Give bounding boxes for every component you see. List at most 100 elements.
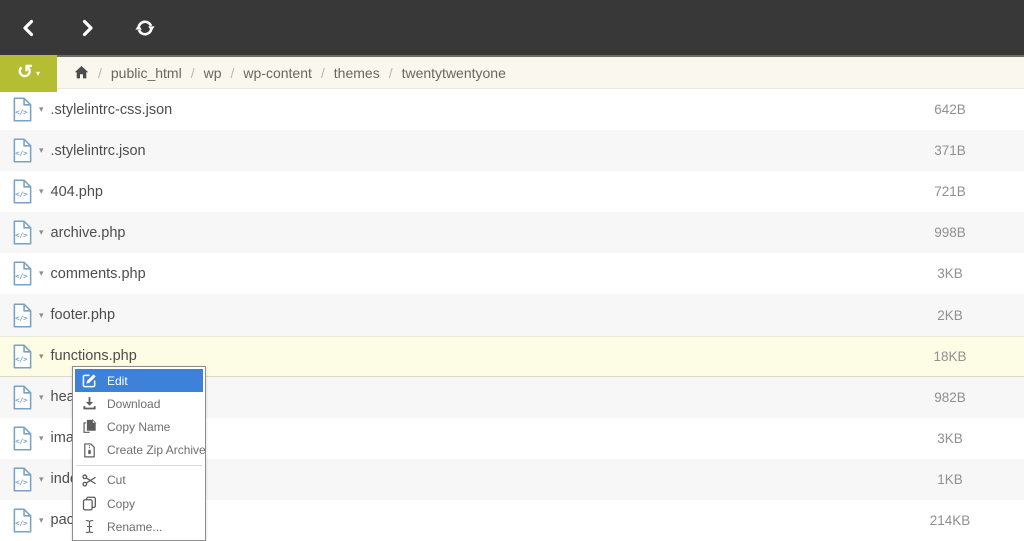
context-menu-item-cut[interactable]: Cut bbox=[75, 469, 203, 492]
file-row[interactable]: </> ▾ .stylelintrc.json 371B bbox=[0, 130, 1024, 172]
breadcrumb-segment-public-html[interactable]: public_html bbox=[111, 65, 182, 81]
code-file-icon: </> bbox=[12, 138, 33, 163]
breadcrumb: / public_html / wp / wp-content / themes / twenty… bbox=[0, 57, 1024, 89]
toolbar bbox=[0, 0, 1024, 57]
svg-text:</>: </> bbox=[15, 190, 28, 199]
create-zip-archive-icon bbox=[82, 442, 97, 458]
context-menu-item-label: Copy bbox=[107, 496, 136, 511]
history-icon: ↺ bbox=[17, 62, 33, 83]
file-actions-caret-icon[interactable]: ▾ bbox=[39, 392, 44, 403]
context-menu: Edit Download Copy Name Create Zip Archive C… bbox=[72, 366, 206, 541]
breadcrumb-segment-themes[interactable]: themes bbox=[334, 65, 380, 81]
file-name: functions.php bbox=[50, 348, 137, 365]
breadcrumb-separator: / bbox=[230, 64, 235, 81]
history-dropdown-button[interactable]: ↺ ▾ bbox=[0, 55, 57, 92]
forward-button[interactable] bbox=[77, 18, 97, 38]
back-arrow-icon bbox=[23, 19, 34, 36]
download-icon bbox=[82, 396, 97, 411]
breadcrumb-separator: / bbox=[190, 64, 195, 81]
context-menu-item-label: Cut bbox=[107, 473, 126, 488]
context-menu-item-label: Edit bbox=[107, 373, 128, 388]
svg-text:</>: </> bbox=[15, 231, 28, 240]
file-actions-caret-icon[interactable]: ▾ bbox=[39, 104, 44, 115]
svg-text:</>: </> bbox=[15, 395, 28, 404]
file-actions-caret-icon[interactable]: ▾ bbox=[39, 310, 44, 321]
file-name: 404.php bbox=[50, 183, 103, 200]
file-row[interactable]: </> ▾ 404.php 721B bbox=[0, 171, 1024, 212]
file-size: 2KB bbox=[937, 307, 963, 323]
file-size: 214KB bbox=[929, 512, 971, 528]
file-size: 1KB bbox=[937, 471, 963, 487]
file-actions-caret-icon[interactable]: ▾ bbox=[39, 227, 44, 238]
file-size: 642B bbox=[934, 102, 966, 118]
breadcrumb-separator: / bbox=[320, 64, 325, 81]
context-menu-item-label: Rename... bbox=[107, 519, 163, 534]
file-manager-window: ↺ ▾ / public_html / wp / wp-content / themes / tw… bbox=[0, 0, 1024, 541]
svg-text:</>: </> bbox=[15, 313, 28, 322]
context-menu-item-label: Create Zip Archive bbox=[107, 443, 206, 458]
file-row[interactable]: </> ▾ .stylelintrc-css.json 642B bbox=[0, 89, 1024, 130]
file-size: 371B bbox=[934, 143, 966, 159]
file-size: 18KB bbox=[933, 348, 967, 364]
file-row[interactable]: </> ▾ footer.php 2KB bbox=[0, 294, 1024, 336]
copy-icon bbox=[82, 496, 97, 511]
context-menu-item-rename[interactable]: Rename... bbox=[75, 515, 203, 538]
back-button[interactable] bbox=[19, 18, 39, 38]
file-size: 3KB bbox=[937, 266, 963, 282]
context-menu-item-label: Download bbox=[107, 396, 161, 411]
file-name: comments.php bbox=[50, 265, 146, 282]
file-name: .stylelintrc-css.json bbox=[50, 101, 173, 118]
svg-text:</>: </> bbox=[15, 518, 28, 527]
breadcrumb-segment-wp[interactable]: wp bbox=[204, 65, 222, 81]
home-icon[interactable] bbox=[74, 65, 89, 80]
svg-text:</>: </> bbox=[15, 107, 28, 116]
svg-text:</>: </> bbox=[15, 354, 28, 363]
context-menu-item-create-zip-archive[interactable]: Create Zip Archive bbox=[75, 439, 206, 462]
code-file-icon: </> bbox=[12, 344, 33, 369]
file-actions-caret-icon[interactable]: ▾ bbox=[39, 433, 44, 444]
svg-text:</>: </> bbox=[15, 436, 28, 445]
breadcrumb-separator: / bbox=[388, 64, 393, 81]
code-file-icon: </> bbox=[12, 426, 33, 451]
refresh-button[interactable] bbox=[135, 18, 155, 38]
svg-text:</>: </> bbox=[15, 477, 28, 486]
file-name: archive.php bbox=[50, 224, 126, 241]
caret-down-icon: ▾ bbox=[35, 69, 40, 78]
context-menu-divider bbox=[76, 464, 202, 466]
file-row[interactable]: </> ▾ comments.php 3KB bbox=[0, 253, 1024, 294]
rename-icon bbox=[82, 519, 97, 534]
edit-icon bbox=[82, 373, 97, 388]
svg-text:</>: </> bbox=[15, 272, 28, 281]
code-file-icon: </> bbox=[12, 385, 33, 410]
context-menu-item-label: Copy Name bbox=[107, 419, 171, 434]
file-row[interactable]: </> ▾ archive.php 998B bbox=[0, 212, 1024, 254]
file-actions-caret-icon[interactable]: ▾ bbox=[39, 474, 44, 485]
code-file-icon: </> bbox=[12, 220, 33, 245]
forward-arrow-icon bbox=[82, 19, 93, 36]
breadcrumb-separator: / bbox=[98, 64, 102, 81]
file-actions-caret-icon[interactable]: ▾ bbox=[39, 351, 44, 362]
file-size: 982B bbox=[934, 389, 966, 405]
code-file-icon: </> bbox=[12, 467, 33, 492]
file-actions-caret-icon[interactable]: ▾ bbox=[39, 145, 44, 156]
file-actions-caret-icon[interactable]: ▾ bbox=[39, 186, 44, 197]
breadcrumb-segment-wp-content[interactable]: wp-content bbox=[243, 65, 311, 81]
file-name: .stylelintrc.json bbox=[50, 142, 146, 159]
breadcrumb-segment-twentytwentyone[interactable]: twentytwentyone bbox=[402, 65, 506, 81]
code-file-icon: </> bbox=[12, 508, 33, 533]
copy-name-icon bbox=[82, 419, 97, 434]
code-file-icon: </> bbox=[12, 302, 33, 328]
refresh-icon bbox=[135, 19, 155, 36]
context-menu-item-edit[interactable]: Edit bbox=[75, 369, 203, 393]
file-actions-caret-icon[interactable]: ▾ bbox=[39, 515, 44, 526]
file-size: 998B bbox=[934, 225, 966, 241]
code-file-icon: </> bbox=[12, 179, 33, 204]
context-menu-item-copy-name[interactable]: Copy Name bbox=[75, 415, 203, 438]
context-menu-item-copy[interactable]: Copy bbox=[75, 492, 203, 515]
file-size: 3KB bbox=[937, 430, 963, 446]
code-file-icon: </> bbox=[12, 97, 33, 122]
svg-text:</>: </> bbox=[15, 148, 28, 157]
context-menu-item-download[interactable]: Download bbox=[75, 392, 203, 415]
file-actions-caret-icon[interactable]: ▾ bbox=[39, 268, 44, 279]
file-name: footer.php bbox=[50, 307, 116, 324]
